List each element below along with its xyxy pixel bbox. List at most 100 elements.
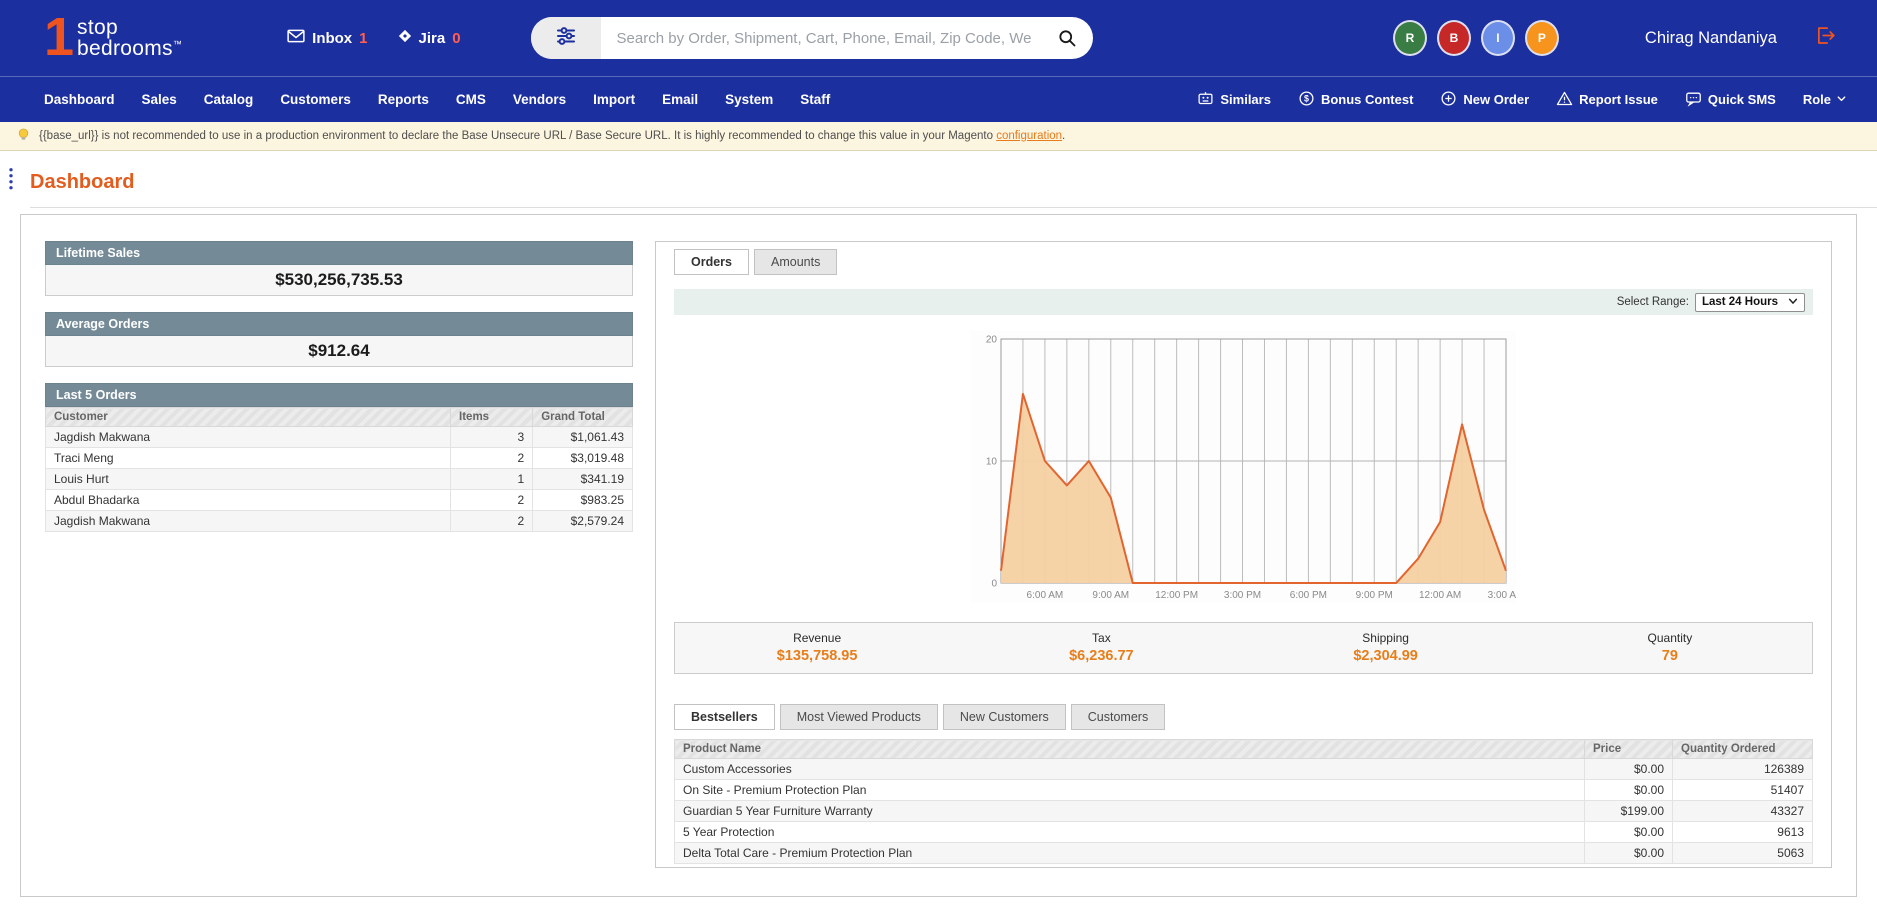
nav-item-email[interactable]: Email [662, 92, 698, 107]
tab-customers[interactable]: Customers [1071, 704, 1165, 730]
tab-new-customers[interactable]: New Customers [943, 704, 1066, 730]
envelope-icon [287, 29, 305, 47]
cell: 51407 [1673, 780, 1813, 801]
nav-item-dashboard[interactable]: Dashboard [44, 92, 115, 107]
last5-orders-header: Last 5 Orders [45, 383, 633, 407]
cell: Traci Meng [46, 448, 451, 469]
search-input[interactable] [601, 30, 1041, 47]
topbar: 1 stop bedrooms™ Inbox 1 Jira 0 [0, 0, 1877, 76]
table-row[interactable]: Jagdish Makwana3$1,061.43 [46, 427, 633, 448]
nav-item-system[interactable]: System [725, 92, 773, 107]
cell: 5063 [1673, 843, 1813, 864]
chart-area: 010206:00 AM9:00 AM12:00 PM3:00 PM6:00 P… [674, 331, 1813, 608]
main-nav: Dashboard Sales Catalog Customers Reports CMS… [0, 76, 1877, 122]
svg-text:12:00 PM: 12:00 PM [1155, 590, 1198, 601]
cell: 43327 [1673, 801, 1813, 822]
table-row[interactable]: Abdul Bhadarka2$983.25 [46, 490, 633, 511]
role-menu[interactable]: Role [1803, 92, 1847, 107]
nav-item-vendors[interactable]: Vendors [513, 92, 566, 107]
configuration-link[interactable]: configuration [996, 130, 1062, 142]
lifetime-sales-card: Lifetime Sales $530,256,735.53 [45, 241, 633, 296]
col-price[interactable]: Price [1585, 740, 1673, 759]
cell: 126389 [1673, 759, 1813, 780]
username[interactable]: Chirag Nandaniya [1645, 29, 1777, 48]
nav-item-customers[interactable]: Customers [280, 92, 351, 107]
logo-tm: ™ [173, 39, 182, 49]
cell: 9613 [1673, 822, 1813, 843]
action-report-issue[interactable]: Report Issue [1556, 90, 1658, 110]
logo-line1: stop [77, 16, 118, 39]
dashboard-content: Lifetime Sales $530,256,735.53 Average O… [20, 214, 1857, 897]
stat-tax: Tax$6,236.77 [959, 631, 1243, 664]
inbox-link[interactable]: Inbox 1 [287, 29, 367, 47]
tab-orders[interactable]: Orders [674, 249, 749, 275]
action-quick-sms[interactable]: Quick SMS [1685, 90, 1776, 110]
nav-item-reports[interactable]: Reports [378, 92, 429, 107]
cell: Delta Total Care - Premium Protection Pl… [675, 843, 1585, 864]
vertical-dots-icon[interactable] [8, 167, 14, 196]
orders-chart: 010206:00 AM9:00 AM12:00 PM3:00 PM6:00 P… [971, 331, 1516, 608]
avatar[interactable]: R [1395, 22, 1425, 54]
search-icon[interactable] [1041, 28, 1093, 48]
table-row[interactable]: Jagdish Makwana2$2,579.24 [46, 511, 633, 532]
col-customer[interactable]: Customer [46, 408, 451, 427]
tab-bestsellers[interactable]: Bestsellers [674, 704, 775, 730]
avatar[interactable]: B [1439, 22, 1469, 54]
nav-item-staff[interactable]: Staff [800, 92, 830, 107]
avatar[interactable]: I [1483, 22, 1513, 54]
cell: 2 [451, 448, 533, 469]
bestsellers-tbody: Custom Accessories$0.00126389On Site - P… [675, 759, 1813, 864]
nav-item-cms[interactable]: CMS [456, 92, 486, 107]
svg-text:9:00 AM: 9:00 AM [1092, 590, 1129, 601]
table-row[interactable]: Delta Total Care - Premium Protection Pl… [675, 843, 1813, 864]
nav-actions: Similars $Bonus Contest New Order Report Is… [1197, 90, 1775, 110]
quick-sms-icon [1685, 90, 1702, 110]
logo-one: 1 [44, 15, 74, 61]
table-row[interactable]: Guardian 5 Year Furniture Warranty$199.0… [675, 801, 1813, 822]
cell: $1,061.43 [533, 427, 633, 448]
action-new-order[interactable]: New Order [1440, 90, 1529, 110]
table-row[interactable]: 5 Year Protection$0.009613 [675, 822, 1813, 843]
action-similars[interactable]: Similars [1197, 90, 1271, 110]
table-row[interactable]: On Site - Premium Protection Plan$0.0051… [675, 780, 1813, 801]
table-row[interactable]: Traci Meng2$3,019.48 [46, 448, 633, 469]
jira-count: 0 [452, 30, 460, 47]
range-select[interactable]: Last 24 Hours [1695, 293, 1805, 312]
cell: $2,579.24 [533, 511, 633, 532]
cell: 5 Year Protection [675, 822, 1585, 843]
left-column: Lifetime Sales $530,256,735.53 Average O… [45, 241, 633, 866]
search-bar [531, 17, 1093, 59]
stat-label: Tax [959, 631, 1243, 645]
cell: $199.00 [1585, 801, 1673, 822]
svg-text:6:00 PM: 6:00 PM [1290, 590, 1327, 601]
lightbulb-icon [16, 127, 31, 145]
avatar[interactable]: P [1527, 22, 1557, 54]
action-bonus-contest[interactable]: $Bonus Contest [1298, 90, 1413, 110]
table-row[interactable]: Louis Hurt1$341.19 [46, 469, 633, 490]
jira-link[interactable]: Jira 0 [398, 29, 461, 47]
tab-most-viewed-products[interactable]: Most Viewed Products [780, 704, 938, 730]
nav-item-catalog[interactable]: Catalog [204, 92, 254, 107]
tab-amounts[interactable]: Amounts [754, 249, 837, 275]
table-row[interactable]: Custom Accessories$0.00126389 [675, 759, 1813, 780]
nav-item-sales[interactable]: Sales [142, 92, 177, 107]
svg-text:$: $ [1304, 93, 1309, 103]
average-orders-value: $912.64 [45, 336, 633, 367]
logout-button[interactable] [1813, 25, 1837, 51]
cell: $341.19 [533, 469, 633, 490]
svg-text:20: 20 [986, 335, 998, 346]
col-quantity-ordered[interactable]: Quantity Ordered [1673, 740, 1813, 759]
notice-banner: {{base_url}} is not recommended to use i… [0, 122, 1877, 151]
svg-text:9:00 PM: 9:00 PM [1356, 590, 1393, 601]
col-product-name[interactable]: Product Name [675, 740, 1585, 759]
nav-item-import[interactable]: Import [593, 92, 635, 107]
cell: 2 [451, 511, 533, 532]
col-grand-total[interactable]: Grand Total [533, 408, 633, 427]
cell: On Site - Premium Protection Plan [675, 780, 1585, 801]
stats-row: Revenue$135,758.95Tax$6,236.77Shipping$2… [674, 622, 1813, 674]
search-filter-button[interactable] [531, 17, 601, 59]
col-items[interactable]: Items [451, 408, 533, 427]
logo[interactable]: 1 stop bedrooms™ [44, 15, 182, 61]
report-issue-icon [1556, 90, 1573, 110]
action-label: New Order [1463, 92, 1529, 107]
